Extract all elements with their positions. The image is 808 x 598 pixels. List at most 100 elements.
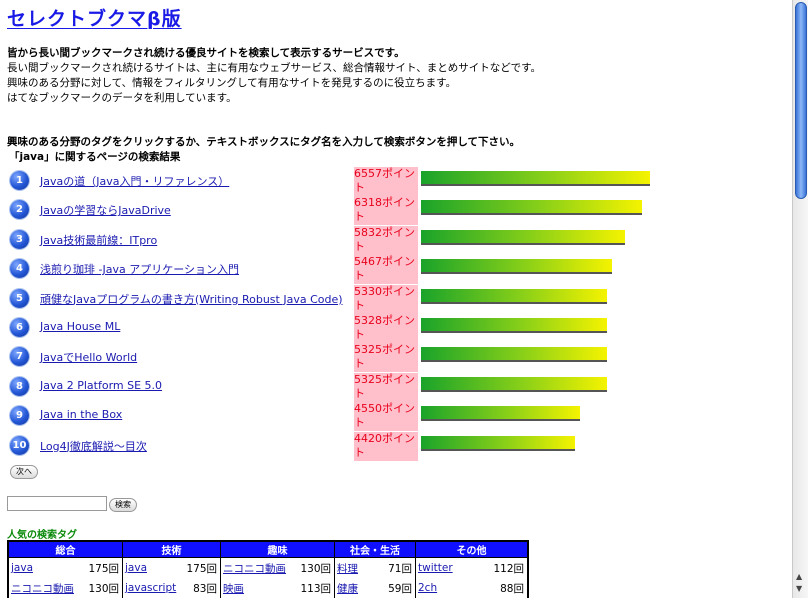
points-label: 5467ポイント <box>354 255 418 285</box>
tag-count: 130回 <box>300 562 331 575</box>
tag-cell: 料理 <box>334 557 373 578</box>
result-link[interactable]: Java in the Box <box>40 408 122 421</box>
result-link[interactable]: Javaの学習ならJavaDrive <box>40 202 171 218</box>
points-label: 4550ポイント <box>354 402 418 432</box>
rank-badge: 2 <box>10 200 29 220</box>
points-label: 5325ポイント <box>354 343 418 373</box>
points-label: 6557ポイント <box>354 167 418 196</box>
intro-text: 皆から長い間ブックマークされ続ける優良サイトを検索して表示するサービスです。 長… <box>7 46 787 106</box>
page-content: セレクトブクマβ版 皆から長い間ブックマークされ続ける優良サイトを検索して表示す… <box>0 0 793 598</box>
tag-count: 88回 <box>500 582 524 595</box>
result-row: 10 Log4J徹底解説～目次 4420ポイント <box>0 431 793 461</box>
tag-link[interactable]: ニコニコ動画 <box>223 563 286 575</box>
tag-row: java 175回 java 175回 ニコニコ動画 130回 料理 71回 twitter 11… <box>7 557 528 578</box>
result-row: 9 Java in the Box 4550ポイント <box>0 402 793 432</box>
popular-tags-heading: 人気の検索タグ <box>7 530 77 541</box>
result-link[interactable]: Java技術最前線：ITpro <box>40 232 157 248</box>
tag-link[interactable]: javascript <box>125 582 176 594</box>
points-label: 6318ポイント <box>354 196 418 226</box>
tag-count: 175回 <box>186 562 217 575</box>
scroll-up-icon[interactable]: ▲ <box>796 572 802 581</box>
tag-cell: java <box>122 557 183 578</box>
points-bar <box>421 376 607 392</box>
result-link[interactable]: Javaの道（Java入門・リファレンス） <box>40 173 229 189</box>
tag-cell: 映画 <box>219 578 295 598</box>
result-row: 2 Javaの学習ならJavaDrive 6318ポイント <box>0 196 793 226</box>
points-label: 5832ポイント <box>354 225 418 255</box>
intro-lead: 皆から長い間ブックマークされ続ける優良サイトを検索して表示するサービスです。 <box>7 47 405 59</box>
tag-cell: javascript <box>122 578 183 598</box>
tag-cell: java <box>7 557 83 578</box>
rank-badge: 6 <box>10 318 29 337</box>
tag-count: 83回 <box>193 582 217 595</box>
column-header: 趣味 <box>220 540 335 558</box>
tag-cell: 2ch <box>414 578 474 598</box>
instruction-text: 興味のある分野のタグをクリックするか、テキストボックスにタグ名を入力して検索ボタ… <box>7 136 521 148</box>
tag-link[interactable]: 料理 <box>337 563 358 575</box>
tag-link[interactable]: java <box>11 562 33 574</box>
tag-cell: twitter <box>414 557 474 578</box>
rank-badge: 3 <box>10 229 29 249</box>
result-link[interactable]: Java House ML <box>40 320 120 333</box>
points-bar <box>421 318 607 333</box>
tag-cell: ニコニコ動画 <box>7 578 83 598</box>
search-input[interactable] <box>7 496 107 511</box>
tag-link[interactable]: java <box>125 562 147 574</box>
intro-line-2: 長い間ブックマークされ続けるサイトは、主に有用なウェブサービス、総合情報サイト、… <box>7 62 542 74</box>
column-header: 社会・生活 <box>334 540 416 558</box>
next-button[interactable]: 次へ <box>10 465 38 479</box>
rank-badge: 5 <box>10 288 29 308</box>
points-bar <box>421 229 625 245</box>
points-label: 5330ポイント <box>354 284 418 314</box>
tag-link[interactable]: 2ch <box>418 582 437 594</box>
result-link[interactable]: 頑健なJavaプログラムの書き方(Writing Robust Java Cod… <box>40 291 343 307</box>
result-link[interactable]: Java 2 Platform SE 5.0 <box>40 379 162 392</box>
tag-link[interactable]: ニコニコ動画 <box>11 583 74 595</box>
tag-link[interactable]: twitter <box>418 562 453 574</box>
tag-count: 113回 <box>300 582 331 595</box>
result-link[interactable]: JavaでHello World <box>40 349 137 365</box>
tag-count: 175回 <box>88 562 119 575</box>
result-row: 7 JavaでHello World 5325ポイント <box>0 343 793 373</box>
results-heading: 「java」に関するページの検索結果 <box>9 151 181 163</box>
intro-line-4: はてなブックマークのデータを利用しています。 <box>7 92 237 104</box>
rank-badge: 7 <box>10 347 29 367</box>
column-header: 技術 <box>122 540 221 558</box>
search-button[interactable]: 検索 <box>109 498 137 512</box>
tag-count: 71回 <box>388 562 412 575</box>
tag-row: ニコニコ動画 130回 javascript 83回 映画 113回 健康 59回 2ch 88回 <box>7 578 528 598</box>
rank-badge: 10 <box>10 435 29 455</box>
tag-link[interactable]: 映画 <box>223 583 244 595</box>
column-header: 総合 <box>7 540 123 558</box>
tag-cell: 健康 <box>334 578 373 598</box>
result-row: 3 Java技術最前線：ITpro 5832ポイント <box>0 225 793 255</box>
points-bar <box>421 347 607 363</box>
rank-badge: 1 <box>10 171 29 190</box>
rank-badge: 9 <box>10 406 29 426</box>
rank-badge: 4 <box>10 259 29 279</box>
page-title[interactable]: セレクトブクマβ版 <box>7 4 182 31</box>
points-label: 5328ポイント <box>354 314 418 343</box>
points-label: 5325ポイント <box>354 372 418 402</box>
points-bar <box>421 171 650 186</box>
result-row: 8 Java 2 Platform SE 5.0 5325ポイント <box>0 372 793 402</box>
points-bar <box>421 435 575 451</box>
points-label: 4420ポイント <box>354 431 418 461</box>
vertical-scrollbar[interactable]: ▲ ▼ <box>792 0 808 598</box>
result-link[interactable]: Log4J徹底解説～目次 <box>40 438 147 454</box>
result-link[interactable]: 浅煎り珈琲 -Java アプリケーション入門 <box>40 261 239 277</box>
intro-line-3: 興味のある分野に対して、情報をフィルタリングして有用なサイトを発見するのに役立ち… <box>7 77 457 89</box>
result-row: 4 浅煎り珈琲 -Java アプリケーション入門 5467ポイント <box>0 255 793 285</box>
tag-link[interactable]: 健康 <box>337 583 358 595</box>
points-bar <box>421 259 612 275</box>
result-row: 6 Java House ML 5328ポイント <box>0 314 793 343</box>
points-bar <box>421 288 607 304</box>
scrollbar-thumb[interactable] <box>795 2 807 199</box>
tag-count: 130回 <box>88 582 119 595</box>
rank-badge: 8 <box>10 376 29 396</box>
points-bar <box>421 406 580 422</box>
scroll-down-icon[interactable]: ▼ <box>796 584 802 593</box>
tag-count: 112回 <box>493 562 524 575</box>
tag-count: 59回 <box>388 582 412 595</box>
result-row: 1 Javaの道（Java入門・リファレンス） 6557ポイント <box>0 167 793 196</box>
